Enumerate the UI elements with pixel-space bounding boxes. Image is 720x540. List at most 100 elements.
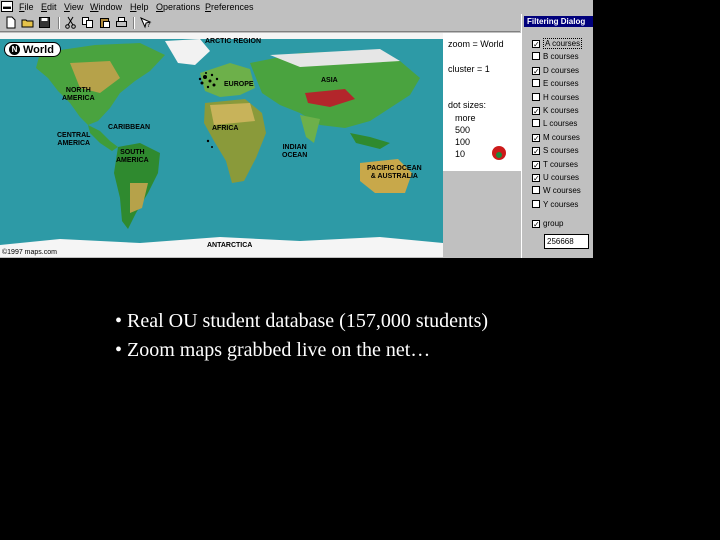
group-checkbox[interactable] — [532, 220, 540, 228]
world-label: World — [23, 44, 54, 56]
course-checkbox[interactable] — [532, 40, 540, 48]
course-filter-row[interactable]: H courses — [532, 92, 579, 104]
zoom-world-button[interactable]: N World — [4, 42, 61, 57]
zoom-level-text: zoom = World — [448, 39, 504, 49]
course-label: E courses — [543, 79, 579, 89]
menu-operations[interactable]: Operations — [156, 2, 200, 12]
bullet-zoom-maps: • Zoom maps grabbed live on the net… — [115, 339, 431, 361]
bullet-database: • Real OU student database (157,000 stud… — [115, 310, 489, 332]
course-checkbox[interactable] — [532, 160, 540, 169]
southeast-asia-islands — [350, 133, 390, 149]
course-label: S courses — [543, 146, 579, 156]
greenland-landmass — [165, 39, 210, 65]
cut-icon[interactable] — [64, 16, 77, 29]
cluster-text: cluster = 1 — [448, 64, 490, 74]
new-file-icon[interactable] — [4, 16, 17, 29]
menu-edit[interactable]: Edit — [41, 2, 57, 12]
course-checkbox[interactable] — [532, 79, 540, 88]
paste-icon[interactable] — [98, 16, 111, 29]
info-panel-blank — [443, 171, 521, 257]
course-filter-row[interactable]: Y courses — [532, 199, 578, 211]
region-caribbean[interactable]: CARIBBEAN — [108, 124, 150, 132]
course-label: T courses — [543, 159, 578, 169]
course-label: K courses — [543, 106, 579, 115]
region-south-america[interactable]: SOUTH AMERICA — [116, 149, 149, 165]
svg-text:?: ? — [147, 21, 151, 29]
course-checkbox[interactable] — [532, 199, 540, 208]
course-filter-row[interactable]: K courses — [532, 105, 579, 117]
course-checkbox[interactable] — [532, 66, 540, 75]
course-checkbox[interactable] — [532, 147, 540, 156]
region-indian-ocean[interactable]: INDIAN OCEAN — [282, 144, 307, 160]
course-filter-row[interactable]: B courses — [532, 51, 579, 63]
course-label: W courses — [543, 186, 581, 196]
region-north-america[interactable]: NORTH AMERICA — [62, 87, 95, 103]
filtering-dialog: Filtering Dialog A courses B courses D cou… — [521, 14, 593, 258]
filtering-dialog-title: Filtering Dialog — [524, 16, 593, 27]
menu-window[interactable]: Window — [90, 2, 122, 12]
region-africa[interactable]: AFRICA — [212, 125, 238, 133]
course-checkbox[interactable] — [532, 186, 540, 195]
menu-bar: ▬ File Edit View Window Help Operations … — [0, 0, 593, 14]
dot-size-more: more — [455, 113, 476, 123]
map-copyright: ©1997 maps.com — [2, 249, 57, 256]
toolbar-separator — [58, 17, 60, 29]
course-checkbox[interactable] — [532, 133, 540, 142]
course-filter-row[interactable]: S courses — [532, 145, 579, 157]
course-filter-row[interactable]: W courses — [532, 185, 581, 197]
course-label: U courses — [543, 173, 580, 182]
course-label: H courses — [543, 92, 580, 102]
toolbar: ? — [0, 14, 520, 32]
print-icon[interactable] — [115, 16, 128, 29]
region-central-america[interactable]: CENTRAL AMERICA — [57, 132, 90, 148]
group-value-field[interactable]: 256668 — [544, 234, 589, 249]
dot-sizes-heading: dot sizes: — [448, 100, 487, 110]
course-label: D courses — [543, 65, 580, 75]
menu-view[interactable]: View — [64, 2, 83, 12]
course-checkbox[interactable] — [532, 92, 540, 101]
map-info-panel: zoom = World cluster = 1 dot sizes: more… — [443, 33, 521, 171]
course-label: A courses — [543, 38, 583, 49]
europe-landmass — [200, 63, 255, 97]
dot-size-legend-icon — [492, 146, 506, 160]
copy-icon[interactable] — [81, 16, 94, 29]
world-map[interactable]: N World ARCTIC REGION NORTH AMERICA EUROP… — [0, 33, 443, 257]
region-asia[interactable]: ASIA — [321, 77, 338, 85]
course-checkbox[interactable] — [532, 107, 540, 115]
toolbar-separator — [133, 17, 135, 29]
dot-size-500: 500 — [455, 125, 471, 135]
open-folder-icon[interactable] — [21, 16, 34, 29]
help-icon[interactable]: ? — [139, 16, 152, 29]
course-checkbox[interactable] — [532, 174, 540, 182]
save-icon[interactable] — [38, 16, 51, 29]
course-filter-row[interactable]: D courses — [532, 65, 579, 77]
region-europe[interactable]: EUROPE — [224, 81, 254, 89]
course-checkbox[interactable] — [532, 52, 540, 61]
menu-file[interactable]: File — [19, 2, 34, 12]
region-arctic[interactable]: ARCTIC REGION — [205, 38, 261, 46]
course-filter-row[interactable]: T courses — [532, 159, 578, 171]
course-filter-row[interactable]: M courses — [532, 132, 580, 144]
course-filter-row[interactable]: A courses — [532, 38, 583, 50]
region-antarctica[interactable]: ANTARCTICA — [207, 242, 252, 250]
slide-bullets: • Real OU student database (157,000 stud… — [115, 307, 635, 365]
application-window: ▬ File Edit View Window Help Operations … — [0, 0, 593, 258]
course-label: M courses — [543, 132, 580, 142]
north-compass-icon: N — [9, 44, 20, 55]
course-label: L courses — [543, 119, 578, 129]
menu-help[interactable]: Help — [130, 2, 149, 12]
group-checkbox-row[interactable]: group — [532, 218, 563, 230]
dot-size-100: 100 — [455, 137, 471, 147]
course-filter-row[interactable]: E courses — [532, 78, 579, 90]
course-label: B courses — [543, 52, 579, 62]
region-pacific-australia[interactable]: PACIFIC OCEAN & AUSTRALIA — [367, 165, 422, 181]
course-filter-row[interactable]: L courses — [532, 118, 577, 130]
dot-size-10: 10 — [455, 149, 466, 159]
course-filter-row[interactable]: U courses — [532, 172, 579, 184]
menu-preferences[interactable]: Preferences — [205, 2, 254, 12]
course-checkbox[interactable] — [532, 119, 540, 128]
system-menu-icon[interactable]: ▬ — [1, 1, 13, 12]
india-landmass — [300, 115, 320, 143]
group-label: group — [543, 219, 564, 228]
course-label: Y courses — [543, 199, 579, 209]
